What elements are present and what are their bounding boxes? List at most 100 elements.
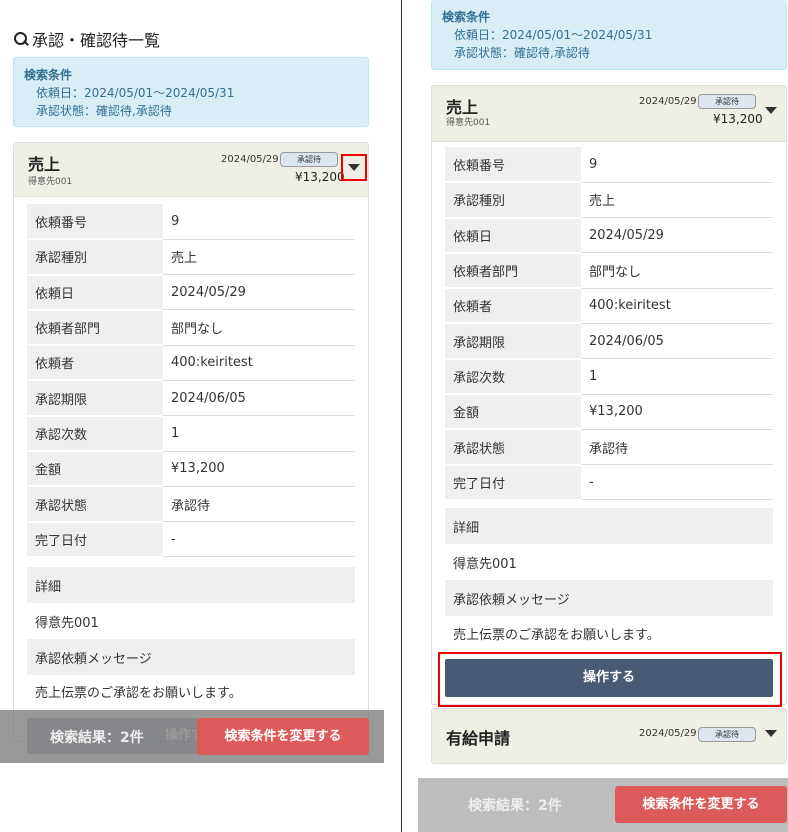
detail-value: 承認待 xyxy=(163,486,355,523)
detail-label: 依頼者 xyxy=(27,345,163,382)
detail-label: 金額 xyxy=(445,394,581,431)
operate-button[interactable]: 操作する xyxy=(445,659,773,697)
detail-value: 売上 xyxy=(163,239,355,276)
detail-row: 金額 ¥13,200 xyxy=(445,394,773,431)
detail-row: 承認状態 承認待 xyxy=(445,429,773,466)
detail-value: 2024/06/05 xyxy=(163,380,355,417)
detail-value: 9 xyxy=(163,204,355,240)
message-heading: 承認依頼メッセージ xyxy=(27,639,355,675)
detail-row: 依頼日 2024/05/29 xyxy=(27,274,355,311)
criteria-date-range: 依頼日：2024/05/01〜2024/05/31 xyxy=(36,86,235,100)
detail-row: 承認期限 2024/06/05 xyxy=(445,323,773,360)
detail-label: 承認種別 xyxy=(445,182,581,219)
detail-label: 承認期限 xyxy=(445,323,581,360)
card-header[interactable]: 売上 得意先001 2024/05/29 承認待 ¥13,200 xyxy=(14,143,368,197)
change-criteria-button[interactable]: 検索条件を変更する xyxy=(615,786,787,823)
detail-label: 承認期限 xyxy=(27,380,163,417)
detail-row: 承認期限 2024/06/05 xyxy=(27,380,355,417)
request-message: 売上伝票のご承認をお願いします。 xyxy=(453,627,660,643)
search-criteria-box: 検索条件 依頼日：2024/05/01〜2024/05/31 承認状態：確認待,… xyxy=(431,0,787,70)
detail-row: 金額 ¥13,200 xyxy=(27,451,355,488)
detail-value: 承認待 xyxy=(581,429,773,466)
detail-value: 400:keiritest xyxy=(163,345,355,381)
detail-value: ¥13,200 xyxy=(581,394,773,430)
detail-customer: 得意先001 xyxy=(35,615,99,631)
detail-label: 依頼者部門 xyxy=(27,309,163,347)
detail-row: 完了日付 - xyxy=(27,521,355,558)
detail-label: 依頼者 xyxy=(445,288,581,325)
detail-value: 部門なし xyxy=(581,252,773,289)
detail-row: 完了日付 - xyxy=(445,464,773,501)
search-criteria-box: 検索条件 依頼日：2024/05/01〜2024/05/31 承認状態：確認待,… xyxy=(13,57,369,127)
detail-label: 依頼日 xyxy=(445,217,581,254)
detail-label: 依頼番号 xyxy=(445,147,581,184)
detail-label: 承認状態 xyxy=(27,486,163,523)
message-heading: 承認依頼メッセージ xyxy=(445,580,773,616)
card-title: 売上 xyxy=(28,155,61,174)
status-badge: 承認待 xyxy=(698,94,756,109)
detail-value: 1 xyxy=(581,358,773,395)
result-count: 検索結果：2件 xyxy=(468,798,562,814)
card-date: 2024/05/29 xyxy=(639,96,697,107)
detail-label: 承認次数 xyxy=(445,358,581,396)
card-amount: ¥13,200 xyxy=(713,112,763,126)
search-icon xyxy=(14,32,28,46)
card-subtitle: 得意先001 xyxy=(28,177,73,187)
detail-row: 依頼者 400:keiritest xyxy=(445,288,773,325)
detail-value: 1 xyxy=(163,415,355,452)
chevron-down-icon[interactable] xyxy=(765,107,777,114)
detail-row: 承認種別 売上 xyxy=(27,239,355,276)
status-badge: 承認待 xyxy=(698,727,756,742)
detail-customer: 得意先001 xyxy=(453,556,517,572)
screen-divider xyxy=(401,0,402,832)
detail-label: 承認次数 xyxy=(27,415,163,453)
detail-value: 2024/05/29 xyxy=(581,217,773,254)
detail-row: 承認次数 1 xyxy=(27,415,355,453)
detail-table: 依頼番号 9 承認種別 売上 依頼日 2024/05/29 依頼者部門 部門なし 依頼者 400:… xyxy=(27,204,355,558)
detail-value: 部門なし xyxy=(163,309,355,346)
left-screen: 承認・確認待一覧 検索条件 依頼日：2024/05/01〜2024/05/31 … xyxy=(0,0,384,832)
detail-label: 完了日付 xyxy=(27,521,163,558)
page-title-text: 承認・確認待一覧 xyxy=(32,31,161,50)
detail-value: 400:keiritest xyxy=(581,288,773,324)
criteria-title: 検索条件 xyxy=(442,10,491,24)
detail-row: 依頼日 2024/05/29 xyxy=(445,217,773,254)
detail-heading: 詳細 xyxy=(445,508,773,544)
detail-value: - xyxy=(163,521,355,558)
detail-row: 承認次数 1 xyxy=(445,358,773,396)
bottom-bar: 検索結果：2件 検索条件を変更する xyxy=(0,710,384,763)
expand-toggle[interactable] xyxy=(341,154,367,181)
page-title: 承認・確認待一覧 xyxy=(14,27,160,51)
detail-row: 承認状態 承認待 xyxy=(27,486,355,523)
detail-value: 9 xyxy=(581,147,773,183)
detail-value: 売上 xyxy=(581,182,773,219)
detail-value: 2024/05/29 xyxy=(163,274,355,311)
right-screen: 検索条件 依頼日：2024/05/01〜2024/05/31 承認状態：確認待,… xyxy=(404,0,788,832)
detail-value: 2024/06/05 xyxy=(581,323,773,360)
detail-value: ¥13,200 xyxy=(163,451,355,487)
criteria-status: 承認状態：確認待,承認待 xyxy=(454,46,590,60)
change-criteria-button[interactable]: 検索条件を変更する xyxy=(197,718,369,755)
card-subtitle: 得意先001 xyxy=(446,118,491,128)
detail-row: 依頼者部門 部門なし xyxy=(445,252,773,290)
bottom-bar: 検索結果：2件 検索条件を変更する xyxy=(418,778,788,832)
detail-heading: 詳細 xyxy=(27,567,355,603)
detail-label: 金額 xyxy=(27,451,163,488)
criteria-status: 承認状態：確認待,承認待 xyxy=(36,104,172,118)
criteria-title: 検索条件 xyxy=(24,68,73,82)
criteria-date-range: 依頼日：2024/05/01〜2024/05/31 xyxy=(454,28,653,42)
card-header[interactable]: 売上 得意先001 2024/05/29 承認待 ¥13,200 xyxy=(432,86,786,142)
card-title: 有給申請 xyxy=(446,729,511,748)
detail-row: 承認種別 売上 xyxy=(445,182,773,219)
detail-label: 依頼日 xyxy=(27,274,163,311)
card-header[interactable]: 有給申請 2024/05/29 承認待 xyxy=(432,709,786,763)
result-count: 検索結果：2件 xyxy=(50,730,144,746)
detail-label: 承認種別 xyxy=(27,239,163,276)
request-message: 売上伝票のご承認をお願いします。 xyxy=(35,685,242,701)
status-badge: 承認待 xyxy=(280,152,338,167)
chevron-down-icon[interactable] xyxy=(765,730,777,737)
detail-row: 依頼番号 9 xyxy=(27,204,355,241)
detail-row: 依頼番号 9 xyxy=(445,147,773,184)
detail-value: - xyxy=(581,464,773,501)
detail-row: 依頼者 400:keiritest xyxy=(27,345,355,382)
